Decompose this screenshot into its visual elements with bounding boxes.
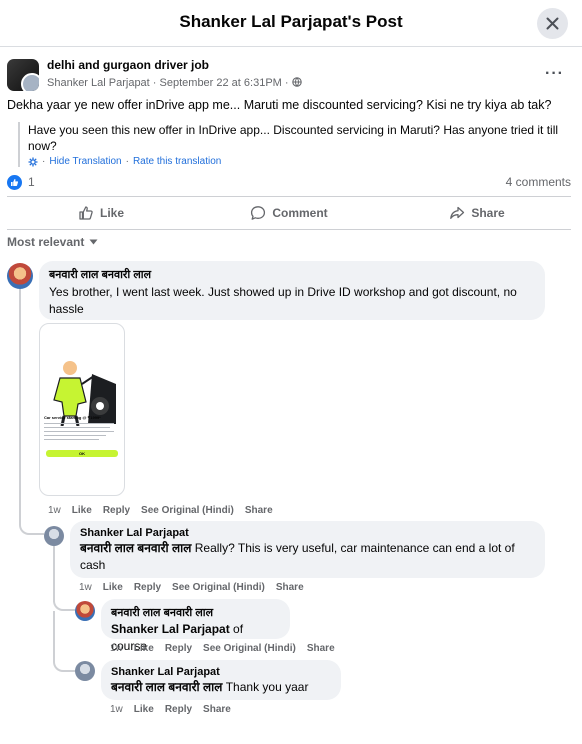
- like-reaction-icon: [7, 174, 22, 190]
- ad-text-line: [44, 431, 114, 432]
- comment-like-button[interactable]: Like: [134, 704, 154, 715]
- translation-text: Have you seen this new offer in InDrive …: [28, 123, 559, 153]
- like-label: Like: [99, 206, 124, 220]
- commenter-avatar[interactable]: [7, 263, 33, 289]
- group-avatar[interactable]: [7, 59, 39, 91]
- comment-bubble: Shanker Lal Parjapat बनवारी लाल बनवारी ल…: [101, 660, 341, 700]
- comment-bubble-icon: [251, 206, 266, 220]
- ad-headline: Car service starting @ ₹1999*: [44, 415, 101, 420]
- comment-share-button[interactable]: Share: [245, 505, 273, 516]
- translation-block: Have you seen this new offer in InDrive …: [18, 122, 578, 167]
- comment-reply-button[interactable]: Reply: [134, 582, 161, 593]
- comment-time[interactable]: 1w: [48, 505, 61, 516]
- ad-cta-button: OK: [46, 450, 118, 457]
- hide-translation-link[interactable]: Hide Translation: [49, 156, 121, 167]
- comment-author[interactable]: Shanker Lal Parjapat: [80, 527, 535, 539]
- close-button[interactable]: [537, 8, 568, 39]
- comment-bubble: बनवारी लाल बनवारी लाल Yes brother, I wen…: [39, 261, 545, 320]
- dialog-title: Shanker Lal Parjapat's Post: [179, 12, 403, 31]
- comment-share-button[interactable]: Share: [276, 582, 304, 593]
- comment-author[interactable]: Shanker Lal Parjapat: [111, 666, 331, 678]
- post-text: Dekha yaar ye new offer inDrive app me..…: [7, 98, 552, 112]
- ad-text-line: [44, 439, 99, 440]
- group-name[interactable]: delhi and gurgaon driver job: [47, 58, 209, 72]
- comment-like-button[interactable]: Like: [103, 582, 123, 593]
- see-original-button[interactable]: See Original (Hindi): [141, 505, 234, 516]
- comment-count[interactable]: 4 comments: [506, 175, 571, 189]
- link-separator: ·: [42, 156, 46, 167]
- dialog-header: Shanker Lal Parjapat's Post: [0, 0, 582, 47]
- comment-share-button[interactable]: Share: [203, 704, 231, 715]
- post-author[interactable]: Shanker Lal Parjapat: [47, 77, 150, 89]
- comment-like-button[interactable]: Like: [134, 643, 154, 654]
- sort-label: Most relevant: [7, 235, 85, 249]
- globe-icon: [291, 77, 302, 87]
- commenter-avatar[interactable]: [44, 526, 64, 546]
- comment-actions: 1w Like Reply See Original (Hindi) Share: [48, 505, 273, 516]
- comment-actions: 1w Like Reply Share: [110, 704, 231, 715]
- comment-like-button[interactable]: Like: [72, 505, 92, 516]
- sort-dropdown[interactable]: Most relevant: [7, 235, 98, 249]
- post-meta: Shanker Lal Parjapat · September 22 at 6…: [47, 77, 302, 89]
- comment-body: Thank you yaar: [222, 680, 309, 694]
- reactions-row: 1 4 comments: [7, 174, 571, 190]
- comment-author[interactable]: बनवारी लाल बनवारी लाल: [49, 267, 535, 282]
- thumbs-up-icon: [79, 206, 93, 220]
- comment-button[interactable]: Comment: [195, 197, 383, 229]
- post-action-bar: Like Comment Share: [7, 196, 571, 230]
- thread-connector: [19, 512, 44, 535]
- comment-text: Yes brother, I went last week. Just show…: [49, 284, 535, 318]
- ad-text-line: [44, 435, 106, 436]
- more-options-button[interactable]: ···: [545, 65, 564, 83]
- comment-mention[interactable]: Shanker Lal Parjapat: [111, 622, 230, 636]
- comment-actions: 1w Like Reply See Original (Hindi) Share: [110, 643, 335, 654]
- ad-text-line: [44, 423, 114, 424]
- thread-connector: [53, 611, 75, 672]
- comment-reply-button[interactable]: Reply: [165, 704, 192, 715]
- reaction-count: 1: [28, 175, 35, 189]
- comment-mention[interactable]: बनवारी लाल बनवारी लाल: [80, 541, 191, 555]
- comment-label: Comment: [272, 206, 328, 220]
- post-date[interactable]: September 22 at 6:31PM: [160, 77, 282, 89]
- rate-translation-link[interactable]: Rate this translation: [133, 156, 221, 167]
- close-icon: [546, 17, 559, 30]
- comment-image-attachment[interactable]: Car service starting @ ₹1999* OK: [39, 323, 125, 496]
- comment-bubble: Shanker Lal Parjapat बनवारी लाल बनवारी ल…: [70, 521, 545, 578]
- thread-line: [19, 289, 21, 517]
- share-button[interactable]: Share: [383, 197, 571, 229]
- caret-down-icon: [89, 239, 98, 245]
- gear-icon: [28, 157, 38, 166]
- comment-reply-button[interactable]: Reply: [103, 505, 130, 516]
- comment-actions: 1w Like Reply See Original (Hindi) Share: [79, 582, 304, 593]
- share-arrow-icon: [450, 206, 465, 219]
- comment-body: Yes brother, I went last week. Just show…: [49, 285, 517, 316]
- comment-text: बनवारी लाल बनवारी लाल Really? This is ve…: [80, 540, 535, 574]
- author-avatar[interactable]: [21, 73, 39, 91]
- comment-time[interactable]: 1w: [79, 582, 92, 593]
- link-separator: ·: [125, 156, 129, 167]
- meta-separator: ·: [152, 77, 157, 89]
- see-original-button[interactable]: See Original (Hindi): [203, 643, 296, 654]
- thread-line: [53, 546, 55, 602]
- comment-share-button[interactable]: Share: [307, 643, 335, 654]
- comment-time[interactable]: 1w: [110, 704, 123, 715]
- translation-links: · Hide Translation · Rate this translati…: [28, 156, 578, 167]
- comment-text: बनवारी लाल बनवारी लाल Thank you yaar: [111, 679, 331, 696]
- comment-reply-button[interactable]: Reply: [165, 643, 192, 654]
- comment-time[interactable]: 1w: [110, 643, 123, 654]
- comment-bubble: बनवारी लाल बनवारी लाल Shanker Lal Parjap…: [101, 599, 290, 653]
- comment-author[interactable]: बनवारी लाल बनवारी लाल: [111, 605, 280, 620]
- commenter-avatar[interactable]: [75, 601, 95, 621]
- thread-connector: [53, 596, 75, 611]
- see-original-button[interactable]: See Original (Hindi): [172, 582, 265, 593]
- ad-text-line: [44, 427, 110, 428]
- commenter-avatar[interactable]: [75, 661, 95, 681]
- share-label: Share: [471, 206, 505, 220]
- comment-mention[interactable]: बनवारी लाल बनवारी लाल: [111, 680, 222, 694]
- like-button[interactable]: Like: [7, 197, 195, 229]
- reaction-summary[interactable]: 1: [7, 174, 35, 190]
- meta-separator: ·: [284, 77, 289, 89]
